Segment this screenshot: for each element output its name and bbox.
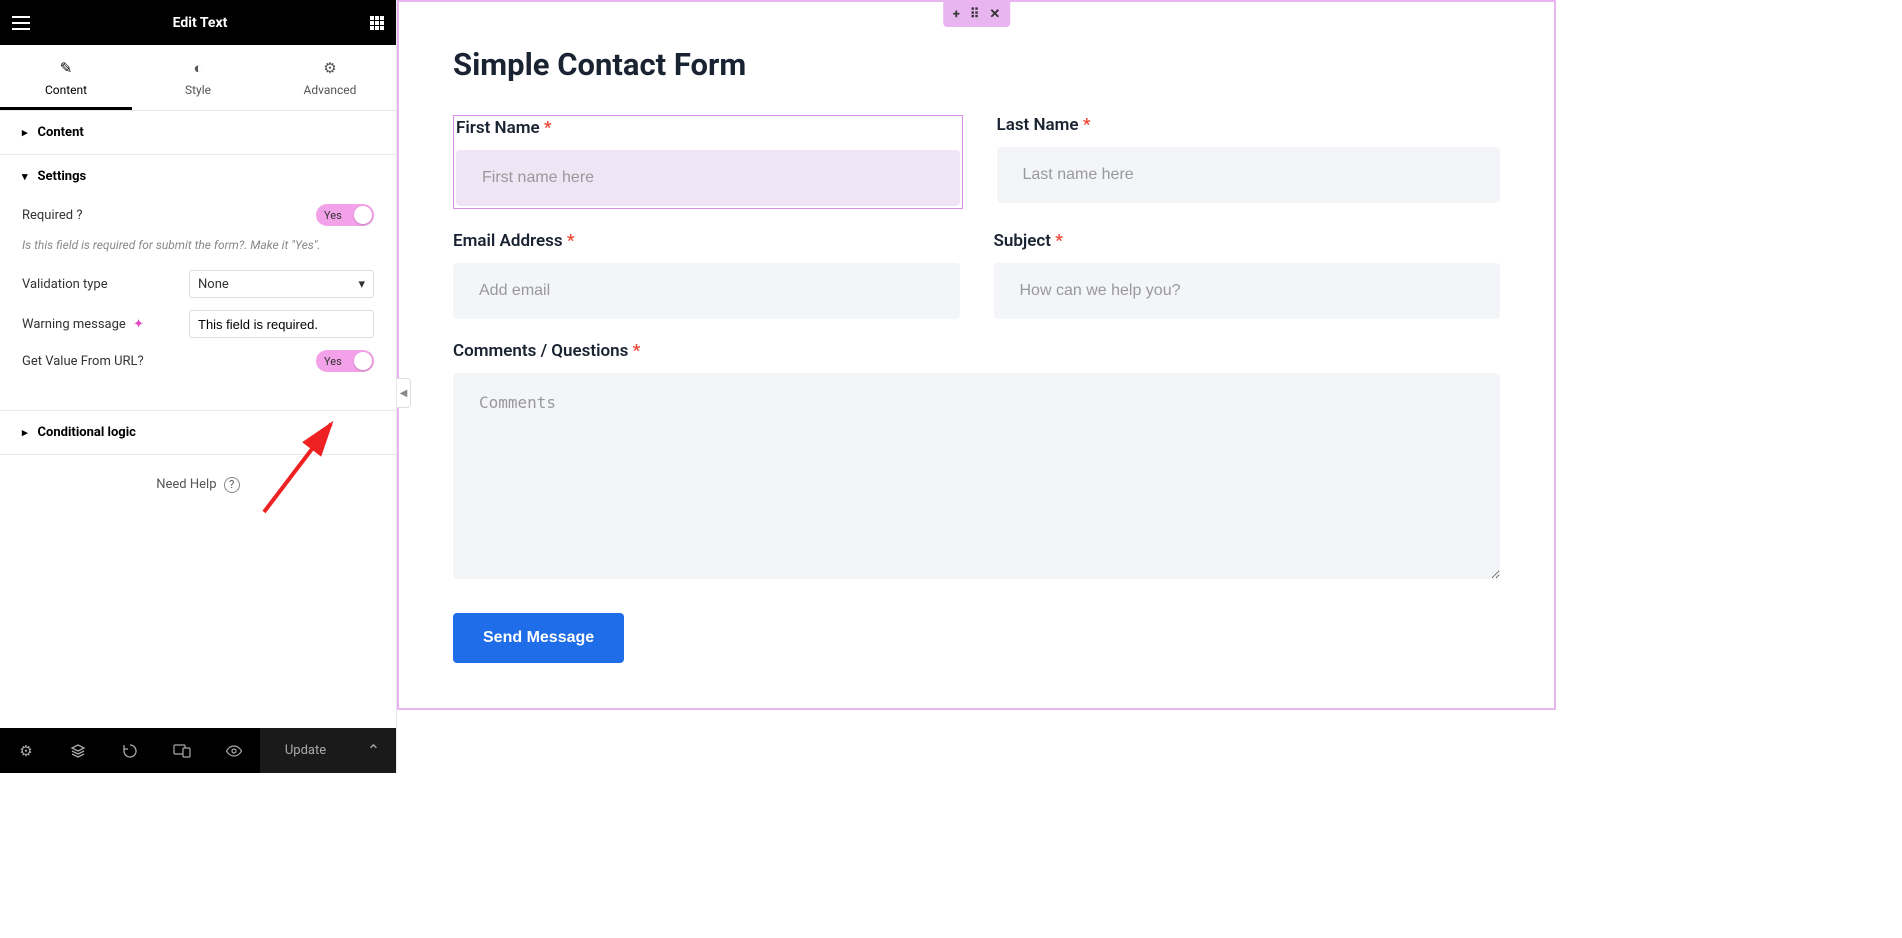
field-last-name[interactable]: Last Name * bbox=[997, 115, 1501, 209]
toggle-knob bbox=[354, 206, 372, 224]
editor-canvas: + ⠿ ✕ Simple Contact Form First Name * L… bbox=[397, 0, 1556, 773]
field-comments[interactable]: Comments / Questions * bbox=[453, 341, 1500, 583]
pencil-icon: ✎ bbox=[60, 59, 73, 77]
apps-grid-icon[interactable] bbox=[370, 16, 384, 30]
need-help-link[interactable]: Need Help ? bbox=[0, 455, 396, 515]
toggle-knob bbox=[354, 352, 372, 370]
tab-advanced[interactable]: ⚙ Advanced bbox=[264, 45, 396, 110]
menu-icon[interactable] bbox=[12, 16, 30, 30]
section-label: Settings bbox=[38, 169, 87, 184]
gear-icon: ⚙ bbox=[323, 59, 336, 77]
form-row: First Name * Last Name * bbox=[453, 115, 1500, 209]
preview-icon[interactable] bbox=[208, 728, 260, 773]
form-title: Simple Contact Form bbox=[453, 46, 1500, 83]
panel-body: ▸ Content ▾ Settings Required ? Yes bbox=[0, 111, 396, 728]
required-hint: Is this field is required for submit the… bbox=[22, 238, 374, 252]
email-label: Email Address * bbox=[453, 231, 960, 251]
add-icon[interactable]: + bbox=[953, 7, 960, 22]
sidebar-tabs: ✎ Content ◐ Style ⚙ Advanced bbox=[0, 45, 396, 111]
caret-down-icon: ▾ bbox=[22, 170, 28, 183]
submit-button[interactable]: Send Message bbox=[453, 613, 624, 663]
email-input[interactable] bbox=[453, 263, 960, 319]
section-label: Content bbox=[38, 125, 84, 140]
section-header-settings[interactable]: ▾ Settings bbox=[0, 155, 396, 198]
setting-required: Required ? Yes bbox=[22, 204, 374, 226]
comments-textarea[interactable] bbox=[453, 373, 1500, 579]
subject-input[interactable] bbox=[994, 263, 1501, 319]
section-label: Conditional logic bbox=[38, 425, 136, 440]
close-icon[interactable]: ✕ bbox=[989, 7, 1000, 22]
section-settings: ▾ Settings Required ? Yes Is this field … bbox=[0, 155, 396, 411]
tab-label: Content bbox=[45, 83, 87, 97]
validation-label: Validation type bbox=[22, 277, 189, 292]
last-name-input[interactable] bbox=[997, 147, 1501, 203]
sparkle-icon: ✦ bbox=[133, 317, 144, 332]
first-name-label: First Name * bbox=[456, 118, 960, 138]
section-header-conditional[interactable]: ▸ Conditional logic bbox=[0, 411, 396, 454]
section-conditional: ▸ Conditional logic bbox=[0, 411, 396, 455]
validation-select[interactable]: None ▾ bbox=[189, 270, 374, 298]
setting-url-value: Get Value From URL? Yes bbox=[22, 350, 374, 372]
warning-input[interactable] bbox=[189, 310, 374, 338]
comments-label: Comments / Questions * bbox=[453, 341, 1500, 361]
contrast-icon: ◐ bbox=[193, 59, 202, 77]
subject-label: Subject * bbox=[994, 231, 1501, 251]
form-row: Email Address * Subject * bbox=[453, 231, 1500, 319]
widget-handle: + ⠿ ✕ bbox=[943, 1, 1011, 27]
section-content: ▸ Content bbox=[0, 111, 396, 155]
select-value: None bbox=[198, 277, 229, 292]
sidebar-title: Edit Text bbox=[30, 15, 370, 31]
sidebar-header: Edit Text bbox=[0, 0, 396, 45]
field-subject[interactable]: Subject * bbox=[994, 231, 1501, 319]
collapse-sidebar-handle[interactable]: ◀ bbox=[397, 378, 411, 408]
caret-right-icon: ▸ bbox=[22, 426, 28, 439]
section-header-content[interactable]: ▸ Content bbox=[0, 111, 396, 154]
setting-warning: Warning message ✦ bbox=[22, 310, 374, 338]
tab-style[interactable]: ◐ Style bbox=[132, 45, 264, 110]
form-widget[interactable]: + ⠿ ✕ Simple Contact Form First Name * L… bbox=[397, 0, 1556, 710]
section-content-settings: Required ? Yes Is this field is required… bbox=[0, 198, 396, 410]
url-label: Get Value From URL? bbox=[22, 354, 316, 369]
editor-sidebar: Edit Text ✎ Content ◐ Style ⚙ Advanced ▸… bbox=[0, 0, 397, 773]
layers-icon[interactable] bbox=[52, 728, 104, 773]
help-icon: ? bbox=[224, 477, 240, 493]
tab-label: Advanced bbox=[304, 83, 357, 97]
history-icon[interactable] bbox=[104, 728, 156, 773]
field-first-name[interactable]: First Name * bbox=[453, 115, 963, 209]
update-button[interactable]: Update bbox=[260, 728, 351, 773]
field-email[interactable]: Email Address * bbox=[453, 231, 960, 319]
tab-content[interactable]: ✎ Content bbox=[0, 45, 132, 110]
caret-right-icon: ▸ bbox=[22, 126, 28, 139]
warning-label: Warning message ✦ bbox=[22, 317, 189, 332]
toggle-label: Yes bbox=[324, 209, 342, 222]
form-container: Simple Contact Form First Name * Last Na… bbox=[399, 2, 1554, 707]
last-name-label: Last Name * bbox=[997, 115, 1501, 135]
required-toggle[interactable]: Yes bbox=[316, 204, 374, 226]
settings-icon[interactable]: ⚙ bbox=[0, 728, 52, 773]
form-row: Comments / Questions * bbox=[453, 341, 1500, 583]
first-name-input[interactable] bbox=[456, 150, 960, 206]
chevron-up-icon[interactable]: ⌃ bbox=[351, 728, 396, 773]
toggle-label: Yes bbox=[324, 355, 342, 368]
sidebar-footer: ⚙ Update ⌃ bbox=[0, 728, 396, 773]
required-label: Required ? bbox=[22, 208, 316, 223]
chevron-down-icon: ▾ bbox=[358, 277, 365, 292]
tab-label: Style bbox=[185, 83, 211, 97]
drag-icon[interactable]: ⠿ bbox=[970, 7, 980, 22]
url-toggle[interactable]: Yes bbox=[316, 350, 374, 372]
setting-validation: Validation type None ▾ bbox=[22, 270, 374, 298]
responsive-icon[interactable] bbox=[156, 728, 208, 773]
